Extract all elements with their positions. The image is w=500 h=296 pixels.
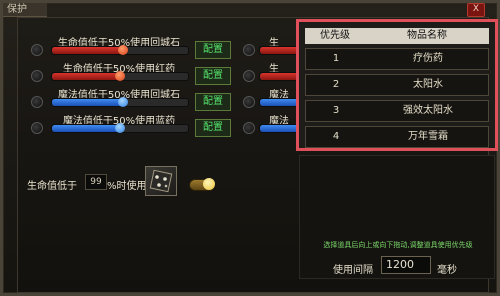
cell-item-name: 太阳水 [413, 79, 443, 90]
table-row[interactable]: 2 太阳水 [305, 74, 489, 96]
config-button[interactable]: 配置 [195, 41, 231, 59]
table-row[interactable]: 1 疗伤药 [305, 48, 489, 70]
cell-item-name: 强效太阳水 [403, 105, 453, 116]
rule-slider[interactable] [259, 98, 301, 107]
cell-item-name: 疗伤药 [413, 53, 443, 64]
rule-slider[interactable] [51, 45, 189, 55]
table-row[interactable]: 3 强效太阳水 [305, 100, 489, 122]
table-header: 优先级 物品名称 [305, 28, 489, 44]
rule-radio[interactable] [243, 44, 255, 56]
config-button[interactable]: 配置 [195, 93, 231, 111]
rule-slider[interactable] [259, 124, 301, 133]
rule-radio[interactable] [243, 96, 255, 108]
rule-slider[interactable] [51, 123, 189, 133]
cell-priority: 2 [332, 79, 340, 90]
item-slot[interactable] [145, 166, 177, 196]
protection-window: 保护 X 生命值低于50%使用回城石 配置 生命值低于50%使用红药 配置 魔法… [0, 0, 500, 296]
slider-fill [52, 47, 123, 54]
slider-fill [260, 99, 300, 106]
slider-fill [260, 47, 300, 54]
config-button[interactable]: 配置 [195, 119, 231, 137]
rule-radio[interactable] [31, 96, 43, 108]
threshold-prefix: 生命值低于 [27, 181, 77, 192]
slider-fill [52, 99, 123, 106]
rule-radio[interactable] [243, 70, 255, 82]
rule-slider[interactable] [259, 72, 301, 81]
priority-table-popup: 优先级 物品名称 1 疗伤药 2 太阳水 3 强效太阳水 4 万年雪霜 [296, 19, 498, 151]
rule-radio[interactable] [243, 122, 255, 134]
config-button[interactable]: 配置 [195, 67, 231, 85]
slider-knob[interactable] [115, 123, 125, 133]
dice-icon [149, 169, 173, 193]
slider-fill [260, 73, 300, 80]
rule-radio[interactable] [31, 70, 43, 82]
close-button[interactable]: X [467, 3, 485, 17]
slider-knob[interactable] [117, 45, 128, 55]
slider-knob[interactable] [115, 71, 125, 81]
header-item-name: 物品名称 [407, 30, 447, 41]
interval-unit: 毫秒 [437, 265, 457, 276]
header-priority: 优先级 [320, 30, 350, 41]
interval-input[interactable]: 1200 [381, 256, 431, 274]
rule-slider[interactable] [259, 46, 301, 55]
interval-label: 使用间隔 [333, 265, 373, 276]
slider-fill [52, 125, 120, 132]
cell-item-name: 万年雪霜 [408, 131, 448, 142]
slider-knob[interactable] [117, 97, 128, 107]
cell-priority: 3 [332, 105, 340, 116]
rule-slider[interactable] [51, 71, 189, 81]
threshold-input[interactable]: 99 [85, 174, 107, 190]
drag-hint: 选择道具后向上或向下拖动,调整道具使用优先级 [323, 241, 473, 249]
slider-fill [260, 125, 300, 132]
threshold-suffix: %时使用 [107, 181, 147, 192]
window-title: 保护 [3, 3, 47, 17]
rule-radio[interactable] [31, 122, 43, 134]
auto-use-toggle[interactable] [189, 178, 215, 191]
cell-priority: 1 [332, 53, 340, 64]
rule-radio[interactable] [31, 44, 43, 56]
table-row[interactable]: 4 万年雪霜 [305, 126, 489, 148]
slider-fill [52, 73, 120, 80]
cell-priority: 4 [332, 131, 340, 142]
rule-slider[interactable] [51, 97, 189, 107]
